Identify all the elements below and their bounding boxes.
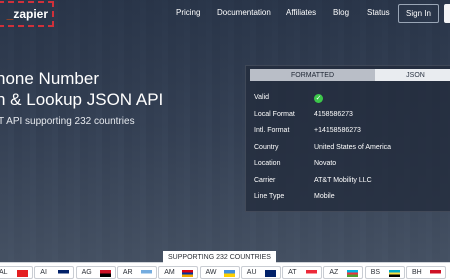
country-flag-strip: AL AI AG AR AM AW AU AT AZ BS BH (0, 263, 450, 280)
country-code: AI (40, 269, 47, 276)
flag-icon (140, 270, 152, 277)
flag-icon (17, 270, 28, 277)
result-row-value: AT&T Mobility LLC (314, 176, 372, 184)
country-chip-ag[interactable]: AG (75, 266, 116, 279)
flag-icon (58, 270, 70, 277)
result-row-value: Novato (314, 160, 337, 167)
country-chip-ai[interactable]: AI (34, 266, 75, 279)
country-code: AW (205, 269, 217, 276)
result-row-key: Location (254, 160, 281, 167)
country-code: AR (122, 269, 133, 276)
country-chip-at[interactable]: AT (282, 266, 323, 279)
country-code: BS (370, 269, 381, 276)
flag-icon (347, 270, 359, 277)
country-chip-ar[interactable]: AR (116, 266, 157, 279)
flag-icon (264, 270, 276, 277)
result-row-value: Mobile (314, 193, 335, 200)
page-title-line2: n & Lookup JSON API (0, 90, 164, 109)
page-title-line1: hone Number (0, 69, 100, 88)
flag-icon (182, 270, 194, 277)
country-code: AL (0, 269, 8, 276)
country-chip-az[interactable]: AZ (323, 266, 364, 279)
result-tabs: FORMATTED JSON (250, 69, 450, 81)
country-chip-al[interactable]: AL (0, 266, 33, 279)
lookup-result-panel: FORMATTED JSON Valid ✓ Local Format 4158586… (245, 65, 450, 212)
flag-icon (99, 270, 111, 277)
country-chip-aw[interactable]: AW (199, 266, 240, 279)
country-code: BH (412, 269, 422, 276)
result-row-value: 4158586273 (314, 110, 353, 118)
result-row-key: Line Type (254, 193, 285, 200)
top-navigation: _ zapier Pricing Documentation Affiliates… (0, 0, 450, 28)
country-code: AG (81, 269, 92, 276)
nav-link-status[interactable]: Status (367, 8, 390, 17)
page-title: hone Number n & Lookup JSON API (0, 68, 163, 110)
page-subtitle: T API supporting 232 countries (0, 116, 135, 127)
zapier-logo[interactable]: _ zapier (0, 1, 54, 27)
flag-icon (223, 270, 235, 277)
tab-json[interactable]: JSON (375, 69, 450, 81)
country-chip-bs[interactable]: BS (364, 266, 405, 279)
tab-formatted[interactable]: FORMATTED (250, 69, 375, 81)
country-code: AU (246, 269, 257, 276)
flag-icon (306, 270, 318, 277)
country-chip-am[interactable]: AM (158, 266, 199, 279)
country-code: AZ (329, 269, 339, 276)
flag-icon (430, 270, 441, 277)
result-row-value: +14158586273 (314, 127, 361, 134)
result-row-key: Local Format (254, 110, 295, 118)
nav-link-pricing[interactable]: Pricing (176, 8, 200, 17)
result-row-key: Intl. Format (254, 127, 290, 134)
result-row-value: United States of America (314, 143, 392, 151)
result-row-key: Country (254, 143, 279, 151)
signin-button[interactable]: Sign In (398, 4, 439, 23)
country-code: AM (164, 269, 175, 276)
check-icon: ✓ (314, 94, 323, 103)
signup-button[interactable] (444, 4, 450, 23)
country-code: AT (288, 269, 297, 276)
flag-icon (388, 270, 400, 277)
nav-link-blog[interactable]: Blog (333, 8, 349, 17)
country-chip-au[interactable]: AU (240, 266, 281, 279)
result-row-key: Valid (254, 94, 270, 101)
country-chip-bh[interactable]: BH (406, 266, 446, 279)
result-row-key: Carrier (254, 176, 276, 184)
nav-link-affiliates[interactable]: Affiliates (286, 8, 316, 17)
nav-link-documentation[interactable]: Documentation (217, 8, 271, 17)
